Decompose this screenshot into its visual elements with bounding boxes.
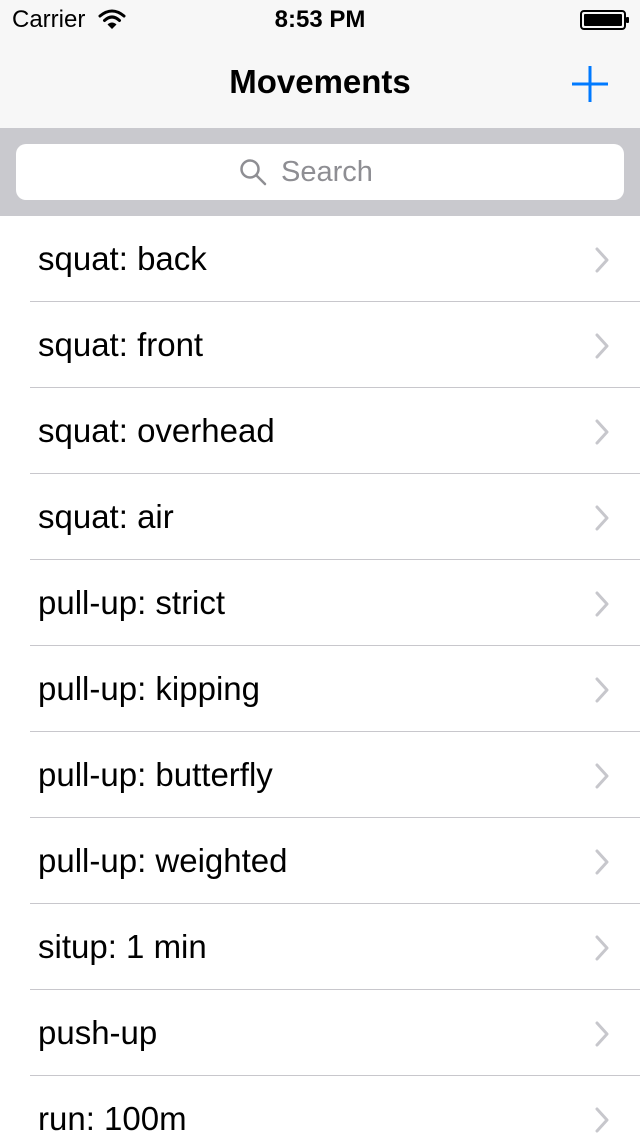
chevron-right-icon: [595, 849, 609, 875]
movement-label: pull-up: butterfly: [38, 756, 273, 793]
movements-list: squat: back squat: front squat: overhead sq…: [0, 216, 640, 1136]
chevron-right-icon: [595, 247, 609, 273]
movement-label: squat: front: [38, 326, 204, 363]
movement-row[interactable]: push-up: [0, 990, 640, 1076]
status-time: 8:53 PM: [274, 6, 366, 33]
search-icon: [240, 159, 267, 186]
movement-label: squat: overhead: [38, 412, 275, 449]
page-title: Movements: [229, 63, 411, 100]
movement-row[interactable]: pull-up: butterfly: [0, 732, 640, 818]
search-input[interactable]: [281, 155, 401, 189]
chevron-right-icon: [595, 935, 609, 961]
movement-row[interactable]: pull-up: weighted: [0, 818, 640, 904]
chevron-right-icon: [595, 333, 609, 359]
app-screen: Carrier 8:53 PM Movements Search squat: …: [0, 0, 640, 1136]
chevron-right-icon: [595, 1107, 609, 1133]
chevron-right-icon: [595, 591, 609, 617]
movement-label: push-up: [38, 1014, 158, 1051]
movement-row[interactable]: pull-up: kipping: [0, 646, 640, 732]
plus-icon: [572, 66, 608, 102]
chevron-right-icon: [595, 419, 609, 445]
search-bar: [0, 128, 640, 216]
movement-label: run: 100m: [38, 1100, 187, 1136]
movement-row[interactable]: squat: air: [0, 474, 640, 560]
movement-label: pull-up: weighted: [38, 842, 288, 879]
chevron-right-icon: [595, 677, 609, 703]
battery-icon: [580, 10, 629, 30]
movement-row[interactable]: squat: overhead: [0, 388, 640, 474]
chevron-right-icon: [595, 505, 609, 531]
movement-row[interactable]: situp: 1 min: [0, 904, 640, 990]
movement-row[interactable]: pull-up: strict: [0, 560, 640, 646]
movement-label: pull-up: kipping: [38, 670, 260, 707]
movement-label: squat: back: [38, 240, 207, 277]
movement-label: pull-up: strict: [38, 584, 226, 621]
chevron-right-icon: [595, 763, 609, 789]
movement-label: squat: air: [38, 498, 174, 535]
status-bar: Carrier 8:53 PM: [0, 0, 640, 40]
chevron-right-icon: [595, 1021, 609, 1047]
movement-row[interactable]: run: 100m: [0, 1076, 640, 1136]
search-field[interactable]: [16, 144, 624, 200]
movement-label: situp: 1 min: [38, 928, 207, 965]
movement-row[interactable]: squat: front: [0, 302, 640, 388]
add-movement-button[interactable]: [566, 60, 614, 108]
navigation-bar: Movements: [0, 40, 640, 128]
movement-row[interactable]: squat: back: [0, 216, 640, 302]
